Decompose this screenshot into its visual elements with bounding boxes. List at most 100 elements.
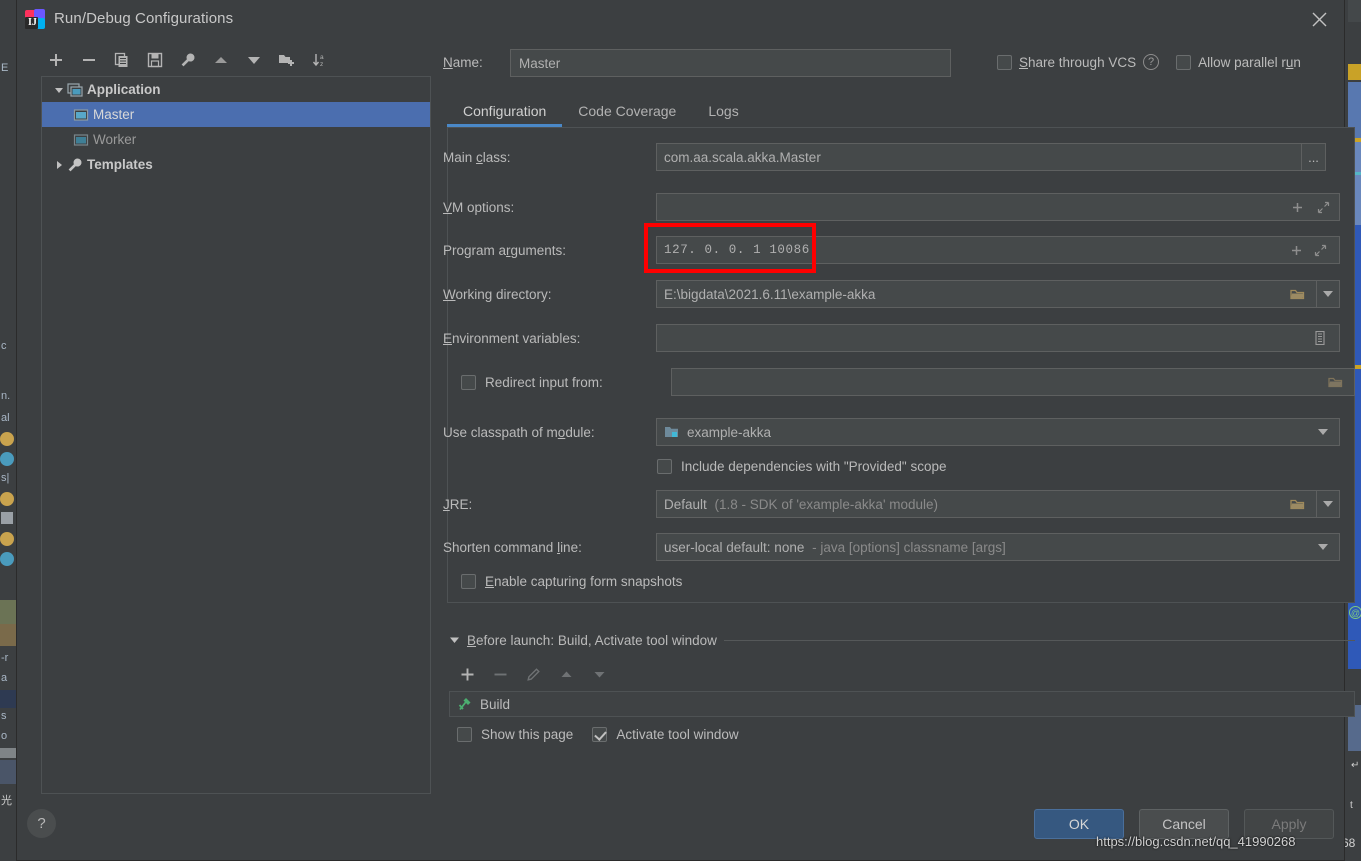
name-input[interactable] [510,49,951,77]
tree-node-worker[interactable]: Worker [42,127,430,152]
jre-label: JRE: [443,496,473,512]
before-launch-remove-button [484,661,517,687]
program-arguments-expand-icon[interactable] [1308,237,1332,263]
move-down-button[interactable] [237,47,270,73]
jre-value-hint: (1.8 - SDK of 'example-akka' module) [714,496,939,512]
working-directory-input[interactable]: E:\bigdata\2021.6.11\example-akka [656,280,1317,308]
main-class-input[interactable]: com.aa.scala.akka.Master [656,143,1302,171]
main-class-label: Main class: [443,149,511,165]
working-directory-value: E:\bigdata\2021.6.11\example-akka [664,286,876,302]
configurations-tree[interactable]: Application Master Worker Templates [41,76,431,794]
program-arguments-macro-plus-icon[interactable] [1284,237,1308,263]
allow-parallel-run-label: Allow parallel run [1198,54,1301,70]
add-configuration-button[interactable] [39,47,72,73]
triangle-down-icon[interactable] [449,633,460,648]
include-provided-label: Include dependencies with "Provided" sco… [681,459,947,474]
tab-configuration[interactable]: Configuration [447,103,563,127]
shorten-command-line-hint: - java [options] classname [args] [812,539,1006,555]
share-through-vcs-checkbox[interactable] [997,54,1012,70]
redirect-input-label: Redirect input from: [485,374,603,390]
vm-options-row: VM options: [443,193,1340,221]
redirect-input-folder-icon[interactable] [1323,369,1347,395]
use-classpath-value: example-akka [687,424,772,440]
use-classpath-combobox[interactable]: example-akka [656,418,1340,446]
program-arguments-value: 127. 0. 0. 1 10086 [664,243,810,257]
edit-templates-wrench-icon[interactable] [171,47,204,73]
chevron-down-icon [1318,429,1328,435]
close-icon[interactable] [1304,6,1334,32]
show-this-page-label: Show this page [481,727,574,742]
before-launch-task-list[interactable]: Build [449,691,1355,717]
include-provided-checkbox[interactable] [657,459,672,474]
tree-node-templates[interactable]: Templates [42,152,430,177]
before-launch-header: Before launch: Build, Activate tool wind… [449,633,1355,648]
environment-variables-editor-icon[interactable] [1308,325,1332,351]
new-folder-button[interactable] [270,47,303,73]
module-icon [664,424,680,440]
vm-options-macro-plus-icon[interactable] [1285,194,1309,220]
use-classpath-dropdown-button[interactable] [1311,419,1335,445]
sort-alphabetical-icon[interactable]: a z [303,47,336,73]
shorten-command-line-dropdown-button[interactable] [1311,534,1335,560]
jre-dropdown-button[interactable] [1317,490,1340,518]
working-directory-folder-icon[interactable] [1285,281,1309,307]
shorten-command-line-combobox[interactable]: user-local default: none - java [options… [656,533,1340,561]
shorten-command-line-row: Shorten command line: user-local default… [443,533,1340,561]
jre-row: JRE: Default (1.8 - SDK of 'example-akka… [443,490,1340,518]
tree-node-label: Worker [93,132,137,147]
before-launch-move-up-button [550,661,583,687]
jre-combobox[interactable]: Default (1.8 - SDK of 'example-akka' mod… [656,490,1317,518]
configurations-tree-toolbar: a z [39,46,339,74]
jre-value: Default [664,496,707,512]
use-classpath-row: Use classpath of module: example-akka [443,418,1340,446]
redirect-input-field[interactable] [671,368,1355,396]
program-arguments-label: Program arguments: [443,242,567,258]
save-configuration-button[interactable] [138,47,171,73]
watermark-url: https://blog.csdn.net/qq_41990268 [1096,834,1296,849]
intellij-idea-logo-icon: IJ [25,8,45,29]
program-arguments-row: Program arguments: 127. 0. 0. 1 10086 [443,236,1340,264]
before-launch-options: Show this page Activate tool window [457,727,739,742]
run-config-icon [73,107,89,123]
use-classpath-label: Use classpath of module: [443,424,595,440]
jre-browse-folder-icon[interactable] [1285,491,1309,517]
environment-variables-row: Environment variables: [443,324,1340,352]
copy-configuration-button[interactable] [105,47,138,73]
enable-snapshots-checkbox[interactable] [461,574,476,589]
run-debug-configurations-dialog: IJ Run/Debug Configurations a z Applicat… [16,0,1355,861]
svg-text:z: z [320,61,323,68]
triangle-down-icon[interactable] [50,85,67,95]
redirect-input-checkbox[interactable] [461,374,476,390]
before-launch-title: Before launch: Build, Activate tool wind… [467,633,717,648]
before-launch-add-button[interactable] [451,661,484,687]
working-directory-dropdown-button[interactable] [1317,280,1340,308]
main-class-row: Main class: com.aa.scala.akka.Master ... [443,143,1326,171]
remove-configuration-button[interactable] [72,47,105,73]
vm-options-expand-icon[interactable] [1311,194,1335,220]
show-this-page-checkbox[interactable] [457,727,472,742]
working-directory-row: Working directory: E:\bigdata\2021.6.11\… [443,280,1340,308]
triangle-right-icon[interactable] [50,160,67,170]
include-provided-row: Include dependencies with "Provided" sco… [657,459,947,474]
tab-logs[interactable]: Logs [692,103,754,126]
share-through-vcs-label: Share through VCS [1019,54,1137,70]
environment-variables-input[interactable] [656,324,1340,352]
chevron-down-icon [1323,291,1333,297]
activate-tool-window-checkbox[interactable] [592,727,608,742]
program-arguments-input[interactable]: 127. 0. 0. 1 10086 [656,236,1340,264]
question-mark-icon[interactable]: ? [1143,54,1160,70]
help-button[interactable]: ? [27,809,56,838]
tree-node-application[interactable]: Application [42,77,430,102]
allow-parallel-run-checkbox[interactable] [1176,54,1192,70]
environment-variables-label: Environment variables: [443,330,581,346]
tree-node-master[interactable]: Master [42,102,430,127]
move-up-button[interactable] [204,47,237,73]
enable-snapshots-label: Enable capturing form snapshots [485,574,683,589]
vm-options-input[interactable] [656,193,1340,221]
before-launch-divider [723,640,1355,641]
main-class-browse-button[interactable]: ... [1302,143,1326,171]
before-launch-edit-pencil-icon [517,661,550,687]
vm-options-label: VM options: [443,199,515,215]
chevron-down-icon [1318,544,1328,550]
tab-code-coverage[interactable]: Code Coverage [562,103,692,126]
